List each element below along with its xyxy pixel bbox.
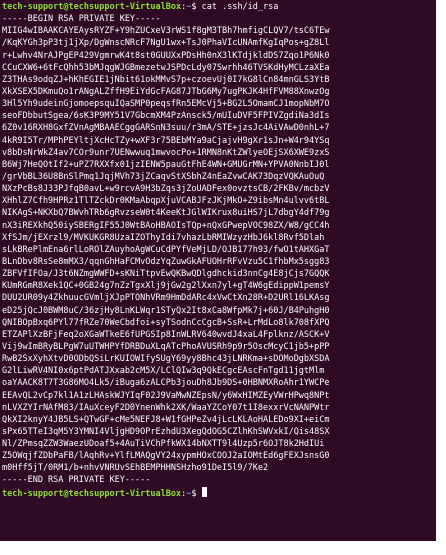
prompt-user-host: tech-support@techsupport-VirtualBox [2,2,182,12]
output-line: Vij9wImBRyBLPgW7uUTWHPYfDRBDuXLqATcPhoAV… [2,341,330,352]
output-line: nLVXZYIrNAfM83/IAuXceyF2D0YnenWhk2XK/Waa… [2,402,330,413]
prompt-symbol-current: $ [191,488,197,499]
output-line: G2lLiwRV4NI0x6ptPdATJXxab2cM5X/LClQIw3q9… [2,366,325,377]
output-line: BLnDbv8RsSe8mMX3/qqnGhHaFCMvOdzYqZuwGkAF… [2,256,330,267]
output-line: ZBFVfIFOa/J3t6NZmgWWFD+sKNiTtpvEwQKBwQDl… [2,269,330,280]
output-line: ETZAPlXzBFjFeq2oXGaWTkeE6fUPGSIp8InWLRV6… [2,329,330,340]
output-line: v8bDsNrWkZ4av7COr9unr7UENwwuq1mwvocPo+1R… [2,147,330,158]
output-line: /grVbBL36U8BnSlPmq1JqjMVh73jZCaqvStXSbhZ… [2,171,325,182]
output-line: -----BEGIN RSA PRIVATE KEY----- [2,14,161,25]
output-line: NXzPcBs8J33PJfqB0avL+w9rcvA9H3bZqs3jZoUA… [2,184,330,195]
output-line: QNIBOpBxq6PYl77fRZe70WeCbdfoi+syTSodnCcC… [2,317,330,328]
output-line: DUU2UR09y4ZkhuucGVmljXJpPTONhVRm9HmDdARc… [2,293,330,304]
output-line: 3Hl5Yh9udeinGjomoepsquIQaSMP0peqsfRn5EMc… [2,99,330,110]
terminal-window[interactable]: tech-support@techsupport-VirtualBox:~$ c… [0,0,436,541]
command-output: -----BEGIN RSA PRIVATE KEY----- MIIG4wIBA… [2,13,436,486]
prompt-symbol: $ [191,2,197,12]
prompt-line-current[interactable]: tech-support@techsupport-VirtualBox:~$ [2,486,436,499]
output-line: oaYAACK8T7T3G86MO4Lk5/iBuga6zALCPb3jouDh… [2,378,330,389]
output-line: sPx65TTeI3qM5Y3YMNI4VljgHD9OPrEzhdU3XegQ… [2,426,330,437]
output-line: XkXSEX5DKmuQo1rANgALZffH9EiYdGcFAG87JTbG… [2,86,330,97]
output-line: /KqKYGh3pP3tj1jXp/DgWnscNRcF7NgU1wx+TsJ0… [2,38,330,49]
prompt-line-command: tech-support@techsupport-VirtualBox:~$ c… [2,1,436,13]
output-line: -----END RSA PRIVATE KEY----- [2,475,151,486]
output-line: EEAvQL2vCp7kl1A1zLHAskWJYIqF02J9VaMwNZEp… [2,390,330,401]
prompt-user-host-current: tech-support@techsupport-VirtualBox [2,488,182,499]
output-line: QkXI2knyY4JB5LS+QTwGF+cMe5NEFJ8+W1fGHPeZ… [2,414,330,425]
output-line: Z5OWqjfZDbPaFB/lAqhRv+YlfLMAQgVY24xypmHO… [2,451,330,462]
output-line: m0Hff5jT/0RM1/b+nhvVNRUvSEhBEMPHHNSHzho9… [2,463,269,474]
output-line: eD25jQcJ0BWM8uC/36zjHy8LnKLWqr1STyQx2It8… [2,305,330,316]
output-line: RwB2SxXyhXtvD0ODbQSiLrKUIOWIfySUgY69yy8B… [2,354,330,365]
output-line: B6Wj7HeQOtIf2+uPZ7RXXfx01jzIENW5pauGtFhE… [2,159,330,170]
output-line: 4kR9I5Tr/MPhPEYltjXcHcTZy+wXF3r75BEbMYa9… [2,135,330,146]
output-line: XfSJm/jEXrzl9/MVKUKGR8UzaIZOThyIdi7vhazL… [2,232,325,243]
output-line: NIKAgS+NKXbQ7BWvhTRb6gRvzseW0t4KeeKtJGlW… [2,208,330,219]
output-line: sLkBRePlmEna6rlLoROlZAuyhoAgWCuCdPYfVeMj… [2,244,330,255]
output-line: r+Lwhv4NrAJPgEP429VgmrwK4t8st0GUUXxPDsHh… [2,50,330,61]
output-line: Z3THAs9odqZJ+hKhEGIE1jNbit61okMMvS7p+czo… [2,74,330,85]
output-line: nX3iREXkhQ50iySBERgIF55J0WtBAoHBAOIsTQp+… [2,220,330,231]
output-line: seoFDbbutSgea/6sK3P9MY51V7GbcmXM4PzAnsck… [2,111,330,122]
output-line: 6Z0v16RXH8GxfZVnAgMBAAECggGARSnN3suu/r3m… [2,123,330,134]
output-line: XHhlZ7Cfh9HPRz1TlTZckDr0KMaAbqpXjuVCABJF… [2,196,330,207]
output-line: CCuCXW6+6tFcQhh53bMJqgWJGBmezetwJSPDcLdy… [2,62,330,73]
output-line: KUmRGmR8Xek1QC+0GB24g7nZzTgxXlj9jGw2g2lX… [2,281,330,292]
command-text: cat .ssh/id_rsa [201,2,279,12]
text-cursor [201,486,207,497]
output-line: MIIG4wIBAAKCAYEAysRYZF+Y9hZUCxeV3rWS1f8g… [2,26,330,37]
output-line: Nl/ZPmsqZZW3WaezUDoaf5+4AuTiVChPfkWX14bN… [2,439,325,450]
